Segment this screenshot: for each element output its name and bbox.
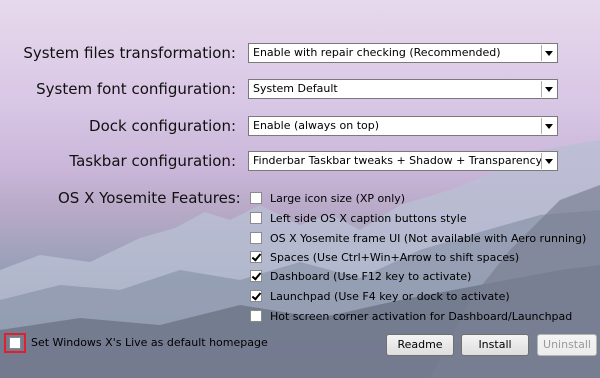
spaces-checkbox[interactable] xyxy=(250,251,262,263)
homepage-label: Set Windows X's Live as default homepage xyxy=(31,336,268,349)
system-font-value: System Default xyxy=(253,82,338,95)
system-font-label: System font configuration: xyxy=(36,80,236,98)
setting-row-dock: Dock configuration: Enable (always on to… xyxy=(0,114,600,138)
dock-dropdown[interactable]: Enable (always on top) xyxy=(248,116,558,136)
taskbar-dropdown[interactable]: Finderbar Taskbar tweaks + Shadow + Tran… xyxy=(248,151,558,171)
feature-label: Left side OS X caption buttons style xyxy=(270,212,467,225)
setting-row-system-font: System font configuration: System Defaul… xyxy=(0,77,600,101)
setting-row-taskbar: Taskbar configuration: Finderbar Taskbar… xyxy=(0,149,600,173)
system-font-dropdown[interactable]: System Default xyxy=(248,79,558,99)
dock-value: Enable (always on top) xyxy=(253,119,380,132)
dashboard-checkbox[interactable] xyxy=(250,270,262,282)
taskbar-label: Taskbar configuration: xyxy=(69,152,236,170)
uninstall-button[interactable]: Uninstall xyxy=(537,334,597,356)
feature-label: Hot screen corner activation for Dashboa… xyxy=(270,310,573,323)
feature-label: Dashboard (Use F12 key to activate) xyxy=(270,270,472,283)
dock-label: Dock configuration: xyxy=(89,117,236,135)
chevron-down-icon[interactable] xyxy=(541,81,556,97)
homepage-checkbox-highlight[interactable] xyxy=(4,333,26,353)
taskbar-value: Finderbar Taskbar tweaks + Shadow + Tran… xyxy=(253,154,543,167)
features-title: OS X Yosemite Features: xyxy=(58,189,241,207)
feature-label: Spaces (Use Ctrl+Win+Arrow to shift spac… xyxy=(270,251,520,264)
left-caption-checkbox[interactable] xyxy=(250,212,262,224)
chevron-down-icon[interactable] xyxy=(541,118,556,134)
system-files-value: Enable with repair checking (Recommended… xyxy=(253,46,501,59)
feature-label: OS X Yosemite frame UI (Not available wi… xyxy=(270,232,587,245)
setting-row-system-files: System files transformation: Enable with… xyxy=(0,41,600,65)
feature-label: Launchpad (Use F4 key or dock to activat… xyxy=(270,290,510,303)
system-files-dropdown[interactable]: Enable with repair checking (Recommended… xyxy=(248,43,558,63)
hot-corner-checkbox[interactable] xyxy=(250,310,262,322)
chevron-down-icon[interactable] xyxy=(541,153,556,169)
chevron-down-icon[interactable] xyxy=(541,45,556,61)
large-icon-checkbox[interactable] xyxy=(250,192,262,204)
homepage-checkbox[interactable] xyxy=(9,337,21,349)
feature-label: Large icon size (XP only) xyxy=(270,192,406,205)
frame-ui-checkbox[interactable] xyxy=(250,232,262,244)
system-files-label: System files transformation: xyxy=(23,44,236,62)
readme-button[interactable]: Readme xyxy=(386,334,454,356)
launchpad-checkbox[interactable] xyxy=(250,290,262,302)
install-button[interactable]: Install xyxy=(461,334,529,356)
